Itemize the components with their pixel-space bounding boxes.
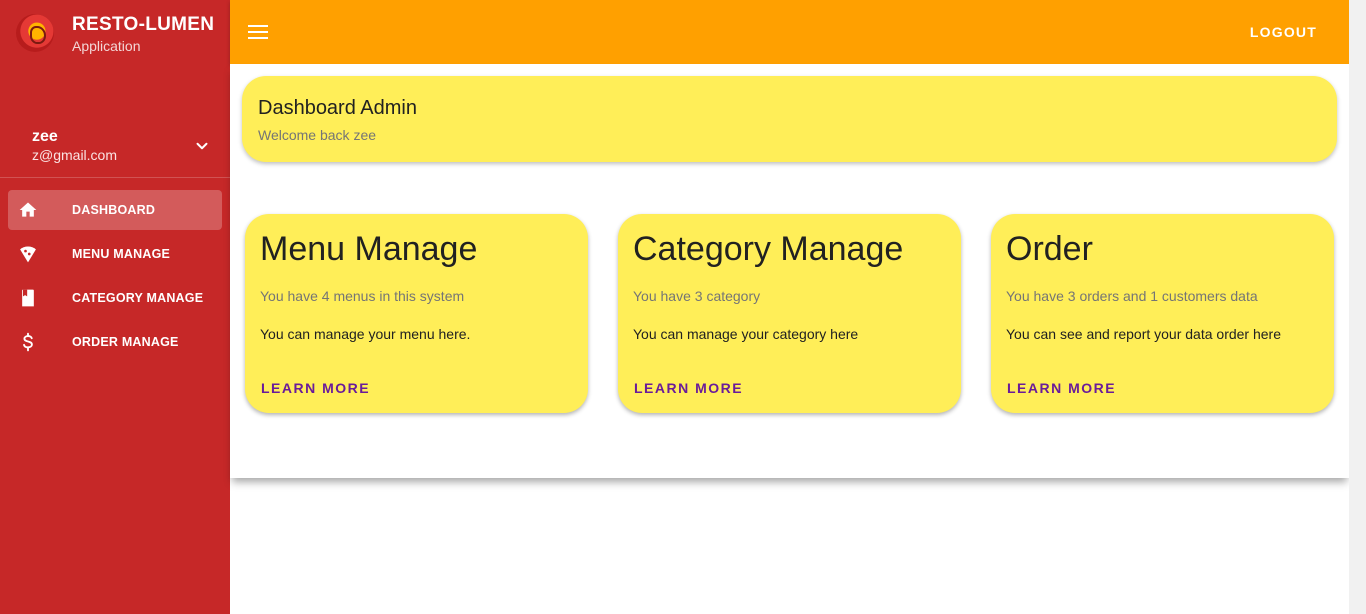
card-text: You can manage your category here <box>633 326 859 342</box>
restaurant-logo-icon <box>16 14 54 52</box>
card-title: Menu Manage <box>260 230 478 268</box>
sidebar-item-dashboard[interactable]: DASHBOARD <box>8 190 222 230</box>
learn-more-button[interactable]: LEARN MORE <box>626 372 751 404</box>
learn-more-button[interactable]: LEARN MORE <box>253 372 378 404</box>
card-title: Order <box>1006 230 1093 268</box>
brand-subtitle: Application <box>72 38 141 54</box>
user-email: z@gmail.com <box>32 147 118 163</box>
sidebar-item-label: MENU MANAGE <box>72 247 171 261</box>
pizza-icon <box>20 246 36 263</box>
sidebar-divider <box>0 177 230 178</box>
scrollbar-track[interactable] <box>1349 0 1366 614</box>
top-app-bar: LOGOUT <box>230 0 1349 64</box>
user-name: zee <box>32 128 58 145</box>
sidebar-item-label: CATEGORY MANAGE <box>72 291 204 305</box>
chevron-down-icon[interactable] <box>193 137 211 155</box>
order-card: Order You have 3 orders and 1 customers … <box>991 214 1334 413</box>
card-text: You can manage your menu here. <box>260 326 471 342</box>
card-text: You can see and report your data order h… <box>1006 326 1282 342</box>
dashboard-header-card: Dashboard Admin Welcome back zee <box>242 76 1337 162</box>
sidebar: RESTO-LUMEN Application zee z@gmail.com … <box>0 0 230 614</box>
sidebar-item-order-manage[interactable]: ORDER MANAGE <box>8 322 222 362</box>
brand-title: RESTO-LUMEN <box>72 14 215 35</box>
welcome-text: Welcome back zee <box>258 127 377 143</box>
card-title: Category Manage <box>633 230 904 268</box>
brand: RESTO-LUMEN Application <box>16 12 226 56</box>
sidebar-item-category-manage[interactable]: CATEGORY MANAGE <box>8 278 222 318</box>
logout-button[interactable]: LOGOUT <box>1238 18 1329 46</box>
sidebar-item-label: DASHBOARD <box>72 203 156 217</box>
sidebar-nav: DASHBOARD MENU MANAGE CATEGORY MANAGE OR… <box>8 190 222 366</box>
card-subtitle: You have 3 category <box>633 288 761 304</box>
sidebar-item-menu-manage[interactable]: MENU MANAGE <box>8 234 222 274</box>
user-account-toggle[interactable]: zee z@gmail.com <box>0 120 230 176</box>
home-icon <box>19 202 37 217</box>
card-subtitle: You have 4 menus in this system <box>260 288 465 304</box>
bookmark-icon <box>22 289 34 307</box>
category-manage-card: Category Manage You have 3 category You … <box>618 214 961 413</box>
dollar-icon <box>23 332 33 352</box>
main-content: Dashboard Admin Welcome back zee Menu Ma… <box>230 64 1349 478</box>
card-subtitle: You have 3 orders and 1 customers data <box>1006 288 1258 304</box>
hamburger-menu-icon[interactable] <box>246 20 270 44</box>
menu-manage-card: Menu Manage You have 4 menus in this sys… <box>245 214 588 413</box>
sidebar-item-label: ORDER MANAGE <box>72 335 179 349</box>
page-title: Dashboard Admin <box>258 97 417 119</box>
learn-more-button[interactable]: LEARN MORE <box>999 372 1124 404</box>
